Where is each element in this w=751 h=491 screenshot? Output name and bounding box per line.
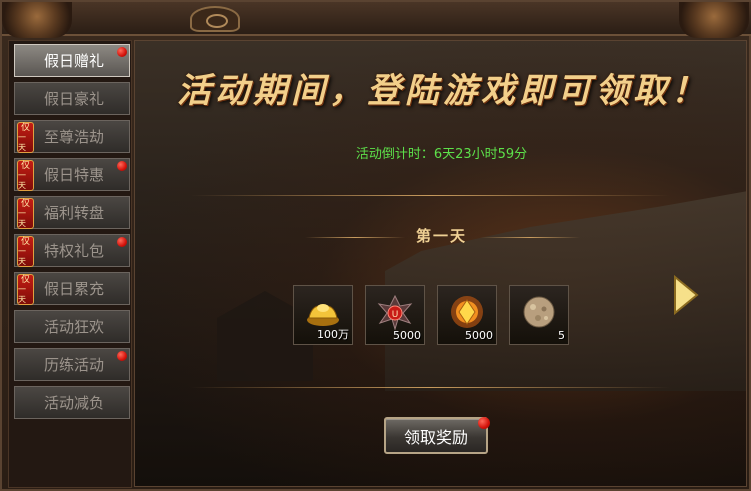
top-ornament-icon — [190, 6, 240, 32]
dragon-corner-right-icon — [679, 2, 749, 38]
one-day-only-badge: 仅一天 — [17, 160, 34, 191]
tab-event-relief[interactable]: 活动减负 — [14, 386, 130, 419]
tab-supreme-calamity[interactable]: 仅一天 至尊浩劫 — [14, 120, 130, 153]
tab-label: 假日豪礼 — [43, 90, 104, 108]
next-arrow-icon[interactable] — [672, 275, 700, 315]
one-day-only-badge: 仅一天 — [17, 198, 34, 229]
reward-item[interactable]: 100万 — [293, 285, 353, 345]
fire-crystal-icon — [451, 296, 483, 328]
reward-quantity: 100万 — [317, 328, 349, 341]
day-title: 第一天 — [415, 227, 467, 245]
tab-label: 历练活动 — [43, 356, 104, 374]
gold-ingot-icon — [307, 304, 339, 326]
tab-label: 活动狂欢 — [43, 318, 104, 336]
reward-quantity: 5000 — [465, 329, 493, 342]
notification-dot-icon — [117, 161, 127, 171]
notification-dot-icon — [117, 47, 127, 57]
tab-privilege-pack[interactable]: 仅一天 特权礼包 — [14, 234, 130, 267]
one-day-only-badge: 仅一天 — [17, 122, 34, 153]
claim-reward-button[interactable]: 领取奖励 — [384, 417, 488, 454]
top-decorative-bar — [2, 2, 751, 36]
one-day-only-badge: 仅一天 — [17, 236, 34, 267]
activity-sidebar: 假日赠礼 假日豪礼 仅一天 至尊浩劫 仅一天 假日特惠 仅一天 福利转盘 仅一天… — [8, 40, 132, 488]
game-window: 假日赠礼 假日豪礼 仅一天 至尊浩劫 仅一天 假日特惠 仅一天 福利转盘 仅一天… — [0, 0, 751, 491]
reward-item[interactable]: 5000 — [437, 285, 497, 345]
reward-quantity: 5000 — [393, 329, 421, 342]
one-day-only-badge: 仅一天 — [17, 274, 34, 305]
tab-training-event[interactable]: 历练活动 — [14, 348, 130, 381]
tab-holiday-grand-gift[interactable]: 假日豪礼 — [14, 82, 130, 115]
tab-label: 假日累充 — [43, 280, 104, 298]
tab-label: 假日特惠 — [43, 166, 104, 184]
tab-holiday-recharge[interactable]: 仅一天 假日累充 — [14, 272, 130, 305]
divider-top — [190, 195, 670, 196]
countdown-timer: 活动倒计时：6天23小时59分 — [355, 147, 528, 162]
tab-label: 活动减负 — [43, 394, 104, 412]
notification-dot-icon — [478, 417, 490, 429]
reward-quantity: 5 — [558, 329, 565, 342]
tab-label: 特权礼包 — [43, 242, 104, 260]
day-title-line-right — [480, 237, 580, 238]
reward-item[interactable]: U 5000 — [365, 285, 425, 345]
reward-item[interactable]: 5 — [509, 285, 569, 345]
reward-panel: 活动期间，登陆游戏即可领取！ 活动倒计时：6天23小时59分 第一天 100万 … — [134, 40, 747, 487]
divider-bottom — [190, 387, 670, 388]
dragon-corner-left-icon — [2, 2, 72, 38]
notification-dot-icon — [117, 351, 127, 361]
tab-event-carnival[interactable]: 活动狂欢 — [14, 310, 130, 343]
notification-dot-icon — [117, 237, 127, 247]
tab-lucky-wheel[interactable]: 仅一天 福利转盘 — [14, 196, 130, 229]
tab-holiday-gift[interactable]: 假日赠礼 — [14, 44, 130, 77]
page-title: 活动期间，登陆游戏即可领取！ — [177, 71, 709, 111]
tab-holiday-sale[interactable]: 仅一天 假日特惠 — [14, 158, 130, 191]
red-gem-emblem-icon: U — [377, 294, 413, 330]
svg-text:U: U — [392, 310, 399, 320]
tab-label: 福利转盘 — [43, 204, 104, 222]
stone-orb-icon — [523, 296, 555, 328]
tab-label: 至尊浩劫 — [43, 128, 104, 146]
tab-label: 假日赠礼 — [43, 52, 104, 70]
